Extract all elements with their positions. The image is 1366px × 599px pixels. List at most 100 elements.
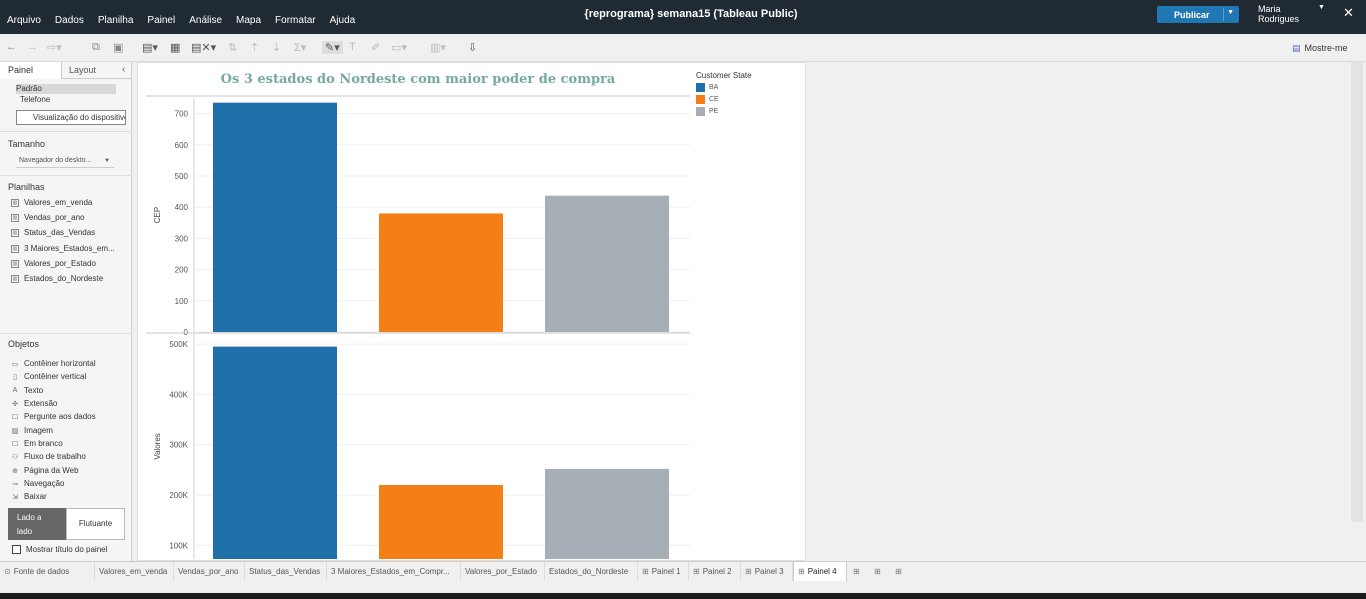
floating-button[interactable]: Flutuante (66, 508, 125, 540)
redo-icon[interactable]: ⇨▾ (47, 41, 62, 54)
sheet-item[interactable]: ▥ 3 Maiores_Estados_em... (11, 244, 115, 253)
save-icon[interactable]: ▣ (113, 41, 123, 54)
y-tick-label: 700 (175, 110, 189, 119)
legend-item-ba[interactable]: BA (696, 83, 752, 92)
device-padrao[interactable]: Padrão (16, 84, 116, 94)
collapse-chevron-icon[interactable]: ‹ (122, 64, 125, 75)
tab-sheet[interactable]: Status_das_Vendas (245, 562, 327, 581)
duplicate-icon[interactable]: ▦ (170, 41, 180, 54)
legend-item-ce[interactable]: CE (696, 95, 752, 104)
new-story-icon[interactable]: ⊞ (891, 562, 912, 581)
object-vertical-container[interactable]: ▯ Contêiner vertical (10, 372, 86, 381)
clear-icon[interactable]: ▤✕▾ (191, 41, 216, 54)
presentation-icon[interactable]: ▥▾ (430, 41, 446, 54)
scrollbar-thumb[interactable] (1351, 62, 1363, 522)
tab-sheet[interactable]: Estados_do_Nordeste (545, 562, 638, 581)
ask-data-icon: ☐ (11, 413, 19, 421)
show-dashboard-title-checkbox[interactable]: Mostrar título do painel (12, 545, 107, 554)
user-name[interactable]: Maria Rodrigues (1258, 4, 1308, 24)
tab-painel[interactable]: Painel (0, 62, 62, 79)
vertical-scrollbar[interactable] (1348, 62, 1366, 561)
tab-dashboard[interactable]: ⊞ Painel 3 (741, 562, 793, 581)
chevron-down-icon[interactable]: ▼ (1227, 9, 1234, 16)
object-label: Fluxo de trabalho (24, 452, 86, 461)
object-label: Imagem (24, 426, 53, 435)
show-me-button[interactable]: ▤ Mostre-me (1292, 43, 1348, 54)
tab-data-source[interactable]: ⊙ Fonte de dados (0, 562, 95, 581)
swap-icon[interactable]: ⇅ (228, 41, 237, 54)
object-ask-data[interactable]: ☐ Pergunte aos dados (10, 412, 96, 421)
checkbox-icon[interactable] (12, 545, 21, 554)
object-web-page[interactable]: ⊕ Página da Web (10, 466, 79, 475)
text-icon: A (12, 387, 18, 394)
totals-icon[interactable]: Σ▾ (294, 41, 306, 54)
legend-label: PE (709, 108, 719, 115)
object-label: Texto (24, 386, 44, 395)
object-extension[interactable]: ✣ Extensão (10, 399, 57, 408)
sheet-icon: ▥ (11, 259, 19, 268)
object-image[interactable]: ▨ Imagem (10, 426, 53, 435)
vertical-container-icon: ▯ (13, 373, 17, 381)
sheet-label: Vendas_por_ano (24, 213, 85, 222)
dashboard-icon: ⊞ (745, 567, 752, 576)
sort-ascending-icon[interactable]: ⇡ (250, 41, 259, 54)
tableau-window: Arquivo Dados Planilha Painel Análise Ma… (0, 0, 1366, 599)
object-download[interactable]: ⇲ Baixar (10, 492, 47, 501)
sheet-item[interactable]: ▥ Valores_em_venda (11, 198, 92, 207)
tab-sheet[interactable]: Valores_em_venda (95, 562, 174, 581)
object-label: Baixar (24, 492, 47, 501)
device-telefone[interactable]: Telefone (20, 95, 50, 104)
tab-sheet[interactable]: Vendas_por_ano (174, 562, 245, 581)
new-sheet-icon[interactable]: ⧉ (92, 41, 100, 54)
object-text[interactable]: A Texto (10, 386, 43, 395)
new-dashboard-icon[interactable]: ⊞ (870, 562, 891, 581)
sort-descending-icon[interactable]: ⇣ (272, 41, 281, 54)
tab-dashboard-active[interactable]: ⊞ Painel 4 (793, 562, 847, 581)
annotate-icon[interactable]: ✐ (371, 41, 380, 54)
highlight-icon[interactable]: ✎▾ (322, 41, 343, 54)
new-worksheet-icon[interactable]: ▤▾ (142, 41, 158, 54)
new-worksheet-icon[interactable]: ⊞ (849, 562, 870, 581)
device-preview-button[interactable]: Visualização do dispositivo (16, 110, 126, 125)
tab-dashboard[interactable]: ⊞ Painel 2 (689, 562, 741, 581)
show-me-label: Mostre-me (1304, 43, 1348, 53)
object-label: Contêiner vertical (24, 372, 87, 381)
sheet-item[interactable]: ▥ Estados_do_Nordeste (11, 274, 103, 283)
tab-sheet[interactable]: Valores_por_Estado (461, 562, 545, 581)
bar-ce (379, 213, 503, 332)
fit-icon[interactable]: ▭▾ (391, 41, 407, 54)
object-workflow[interactable]: ⚇ Fluxo de trabalho (10, 452, 86, 461)
tab-label: Status_das_Vendas (249, 567, 321, 576)
close-icon[interactable]: ✕ (1343, 5, 1354, 21)
back-arrow-icon[interactable]: ← (6, 41, 17, 53)
legend-item-pe[interactable]: PE (696, 107, 752, 116)
sheet-item[interactable]: ▥ Vendas_por_ano (11, 213, 85, 222)
forward-arrow-icon[interactable]: → (27, 41, 38, 53)
sheet-icon: ▥ (11, 198, 19, 207)
y-axis-label: Valores (153, 433, 162, 460)
chart-legend[interactable]: Customer State BA CE PE (696, 71, 752, 116)
object-horizontal-container[interactable]: ▭ Contêiner horizontal (10, 359, 96, 368)
tiled-button[interactable]: Lado a lado (8, 508, 66, 540)
y-tick-label: 200 (175, 266, 189, 275)
share-icon[interactable]: ⇩ (468, 41, 477, 54)
side-panel-tabs: Painel Layout ‹ (0, 62, 132, 79)
labels-icon[interactable]: T (349, 41, 356, 53)
size-value: Navegador do deskto... (19, 157, 92, 164)
object-label: Contêiner horizontal (24, 359, 96, 368)
tab-dashboard[interactable]: ⊞ Painel 1 (638, 562, 689, 581)
object-navigation[interactable]: ⊸ Navegação (10, 479, 64, 488)
dashboard-icon: ⊞ (642, 567, 649, 576)
legend-swatch (696, 95, 705, 104)
user-menu-chevron-icon[interactable]: ▼ (1318, 4, 1325, 11)
tab-label: Painel 3 (754, 567, 784, 576)
size-dropdown[interactable]: Navegador do deskto... ▼ (16, 154, 114, 168)
tab-sheet[interactable]: 3 Maiores_Estados_em_Compr... (327, 562, 461, 581)
sheet-item[interactable]: ▥ Status_das_Vendas (11, 228, 95, 237)
navigation-icon: ⊸ (12, 480, 18, 488)
object-label: Pergunte aos dados (24, 412, 96, 421)
publish-button[interactable]: Publicar ▼ (1157, 6, 1239, 23)
tab-label: 3 Maiores_Estados_em_Compr... (331, 567, 450, 576)
sheet-item[interactable]: ▥ Valores_por_Estado (11, 259, 96, 268)
object-blank[interactable]: ☐ Em branco (10, 439, 63, 448)
